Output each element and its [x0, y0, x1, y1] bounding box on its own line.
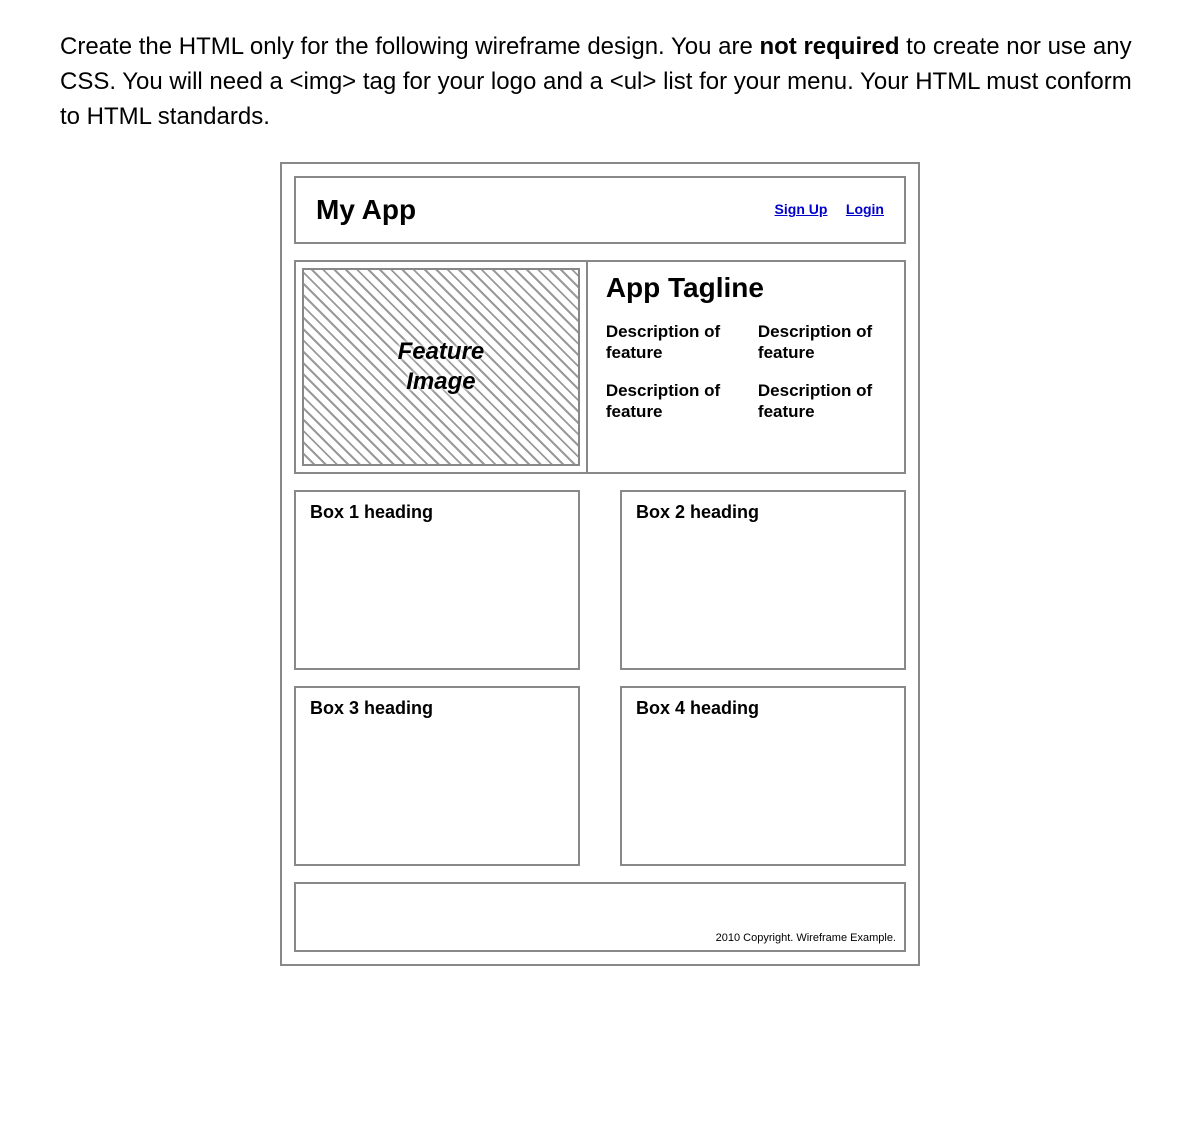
- feature-image-label-line1: Feature: [398, 338, 485, 365]
- footer-copyright: 2010 Copyright. Wireframe Example.: [716, 932, 896, 944]
- instructions-bold: not required: [759, 33, 899, 60]
- content-box: Box 3 heading: [294, 686, 580, 866]
- feature-description: Description of feature: [606, 322, 734, 363]
- feature-image-label: Feature Image: [398, 337, 485, 397]
- wireframe-footer: 2010 Copyright. Wireframe Example.: [294, 882, 906, 952]
- box-heading: Box 2 heading: [636, 502, 890, 523]
- content-boxes-grid: Box 1 heading Box 2 heading Box 3 headin…: [294, 490, 906, 866]
- wireframe: My App Sign Up Login Feature Image App T…: [280, 162, 920, 966]
- auth-links: Sign Up Login: [761, 201, 884, 219]
- wireframe-container: My App Sign Up Login Feature Image App T…: [60, 162, 1140, 966]
- feature-image-label-line2: Image: [406, 368, 475, 395]
- wireframe-header: My App Sign Up Login: [294, 176, 906, 244]
- box-heading: Box 1 heading: [310, 502, 564, 523]
- feature-right-panel: App Tagline Description of feature Descr…: [588, 262, 904, 472]
- box-heading: Box 3 heading: [310, 698, 564, 719]
- feature-description-grid: Description of feature Description of fe…: [606, 322, 886, 422]
- content-box: Box 4 heading: [620, 686, 906, 866]
- page-root: Create the HTML only for the following w…: [0, 0, 1200, 1145]
- feature-description: Description of feature: [758, 322, 886, 363]
- instructions-text: Create the HTML only for the following w…: [60, 30, 1140, 134]
- feature-description: Description of feature: [606, 381, 734, 422]
- content-box: Box 1 heading: [294, 490, 580, 670]
- login-link[interactable]: Login: [846, 201, 884, 217]
- instructions-part1: Create the HTML only for the following w…: [60, 33, 759, 60]
- feature-description: Description of feature: [758, 381, 886, 422]
- signup-link[interactable]: Sign Up: [775, 201, 828, 217]
- box-heading: Box 4 heading: [636, 698, 890, 719]
- logo-text: My App: [316, 194, 416, 226]
- feature-row: Feature Image App Tagline Description of…: [294, 260, 906, 474]
- feature-image-placeholder: Feature Image: [296, 262, 588, 472]
- app-tagline: App Tagline: [606, 272, 886, 304]
- content-box: Box 2 heading: [620, 490, 906, 670]
